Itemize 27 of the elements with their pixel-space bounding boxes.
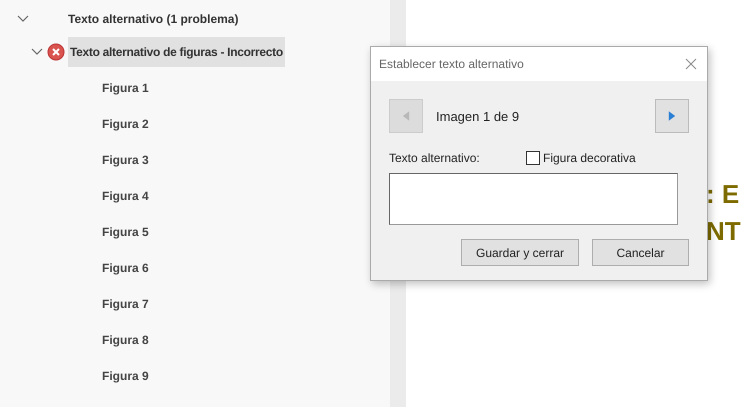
tree-item[interactable]: Texto alternativo (1 problema) [66,4,240,34]
input-field[interactable] [389,173,678,225]
document-heading: : E [706,178,740,211]
tree-item[interactable]: Texto alternativo de figuras - Incorrecto [68,37,285,67]
tree-item[interactable]: Figura 6 [100,253,151,283]
document-heading: NT [706,215,741,248]
dialog-title: Establecer texto alternativo [379,57,524,71]
next-button[interactable] [655,99,689,133]
tree-item[interactable]: Figura 3 [100,145,151,175]
cancel-button[interactable]: Cancelar [592,239,689,266]
tree-item[interactable]: Figura 2 [100,109,151,139]
chevron-icon[interactable] [31,48,43,56]
left-triangle-icon [402,110,410,122]
right-triangle-icon [668,110,676,122]
tree-item[interactable]: Figura 4 [100,181,151,211]
close-icon[interactable] [685,58,697,70]
tree-item[interactable]: Figura 7 [100,289,151,319]
image-counter: Imagen 1 de 9 [436,108,520,124]
tree-item[interactable]: Figura 9 [100,361,151,391]
tree-item[interactable]: Figura 8 [100,325,151,355]
field-label: Texto alternativo: [389,151,481,165]
tree-item[interactable]: Figura 1 [100,73,151,103]
save-button[interactable]: Guardar y cerrar [461,239,579,266]
tree-item[interactable]: Figura 5 [100,217,151,247]
chevron-icon[interactable] [17,15,29,23]
checkbox-label: Figura decorativa [543,151,636,165]
checkbox[interactable] [526,151,540,165]
